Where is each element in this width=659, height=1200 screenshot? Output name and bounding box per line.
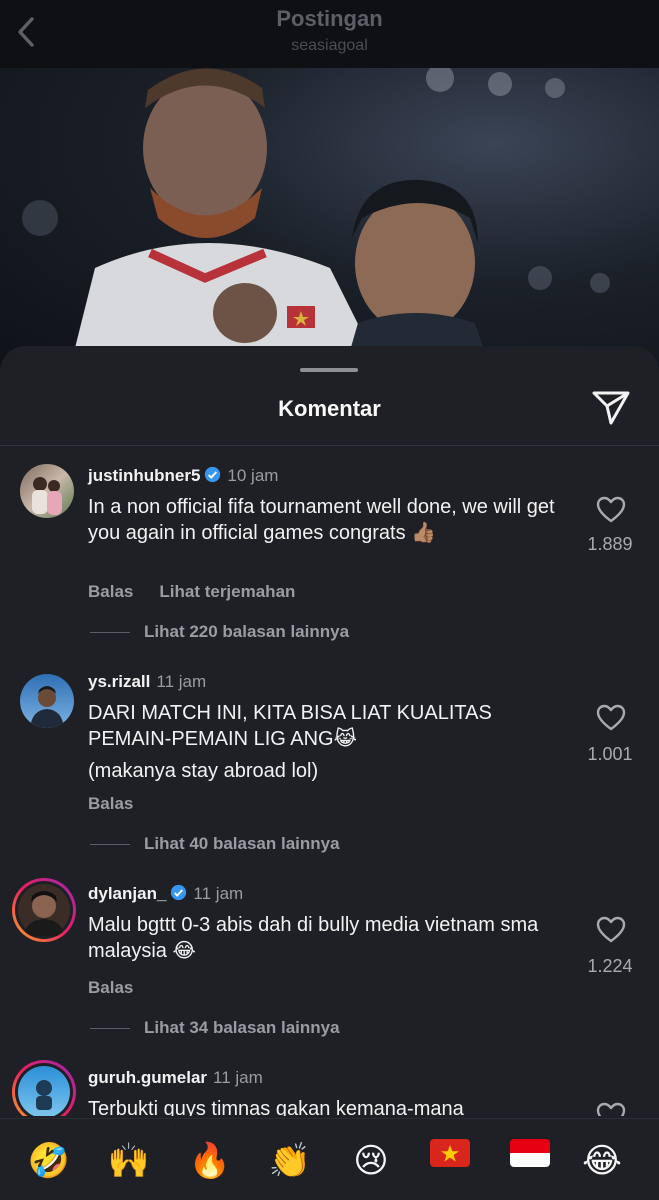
post-image xyxy=(0,68,659,368)
view-replies-button[interactable]: Lihat 40 balasan lainnya xyxy=(90,834,340,854)
comment-text: In a non official fifa tournament well d… xyxy=(88,496,555,544)
sheet-grabber[interactable] xyxy=(300,368,358,372)
replies-line xyxy=(90,632,130,634)
heart-icon[interactable] xyxy=(596,496,626,524)
username[interactable]: justinhubner5 xyxy=(88,466,200,485)
comment-actions: Balas xyxy=(88,794,133,814)
replies-line xyxy=(90,844,130,846)
reply-button[interactable]: Balas xyxy=(88,978,133,997)
avatar-story-ring[interactable] xyxy=(12,1060,76,1116)
username[interactable]: guruh.gumelar xyxy=(88,1068,207,1087)
username[interactable]: ys.rizall xyxy=(88,672,150,691)
comments-list[interactable]: justinhubner5 10 jam In a non official fi… xyxy=(0,446,659,1116)
view-replies-label: Lihat 220 balasan lainnya xyxy=(144,622,350,641)
view-replies-button[interactable]: Lihat 220 balasan lainnya xyxy=(90,622,349,642)
emoji-rofl-button[interactable]: 🤣 xyxy=(27,1139,71,1183)
comment-text: DARI MATCH INI, KITA BISA LIAT KUALITAS … xyxy=(88,702,492,750)
emoji-crying-button[interactable]: 😢 xyxy=(349,1139,393,1183)
page-subtitle: seasiagoal xyxy=(291,37,368,54)
like-count: 1.889 xyxy=(587,534,633,554)
comment-header: guruh.gumelar 11 jam xyxy=(88,1068,263,1088)
verified-badge-icon xyxy=(205,466,221,483)
timestamp: 10 jam xyxy=(227,466,279,485)
timestamp: 11 jam xyxy=(213,1068,263,1087)
avatar[interactable] xyxy=(20,464,74,518)
avatar[interactable] xyxy=(20,674,74,728)
view-replies-label: Lihat 40 balasan lainnya xyxy=(144,834,340,853)
share-icon[interactable] xyxy=(590,388,632,426)
comment-text: Terbukti guys timnas gakan kemana-mana xyxy=(88,1098,464,1116)
heart-icon[interactable] xyxy=(596,1102,626,1116)
heart-icon[interactable] xyxy=(596,916,626,944)
reply-button[interactable]: Balas xyxy=(88,794,133,813)
like-count: 1.224 xyxy=(587,956,633,976)
timestamp: 11 jam xyxy=(193,884,244,903)
comment-header: ys.rizall 11 jam xyxy=(88,672,206,692)
vietnam-flag-icon[interactable] xyxy=(430,1139,470,1167)
avatar-story-ring[interactable] xyxy=(12,878,76,942)
view-replies-label: Lihat 34 balasan lainnya xyxy=(144,1018,340,1037)
comment-actions: Balas Lihat terjemahan xyxy=(88,582,295,602)
comment-header: dylanjan_ 11 jam xyxy=(88,884,243,904)
replies-line xyxy=(90,1028,130,1030)
indonesia-flag-icon[interactable] xyxy=(510,1139,550,1167)
emoji-raised-hands-button[interactable]: 🙌 xyxy=(107,1139,151,1183)
username[interactable]: dylanjan_ xyxy=(88,884,166,903)
see-translation-button[interactable]: Lihat terjemahan xyxy=(159,582,295,601)
reply-button[interactable]: Balas xyxy=(88,582,133,601)
comment-header: justinhubner5 10 jam xyxy=(88,466,278,486)
emoji-laugh-tears-button[interactable]: 😂 xyxy=(580,1139,624,1183)
comment-text: Malu bgttt 0-3 abis dah di bully media v… xyxy=(88,914,539,962)
timestamp: 11 jam xyxy=(156,672,207,691)
comment-text-second-line: (makanya stay abroad lol) xyxy=(88,760,319,782)
like-count: 1.001 xyxy=(587,744,633,764)
emoji-clap-button[interactable]: 👏 xyxy=(268,1139,312,1183)
comment-actions: Balas xyxy=(88,978,133,998)
heart-icon[interactable] xyxy=(596,704,626,732)
avatar xyxy=(18,1066,70,1116)
view-replies-button[interactable]: Lihat 34 balasan lainnya xyxy=(90,1018,340,1038)
sheet-title: Komentar xyxy=(278,396,381,421)
verified-badge-icon xyxy=(171,884,187,901)
top-bar: Postingan seasiagoal xyxy=(0,0,659,68)
comments-sheet: Komentar justinhubner5 10 jam In a non of… xyxy=(0,346,659,1200)
page-title: Postingan xyxy=(276,6,383,31)
avatar xyxy=(18,884,70,936)
emoji-reaction-bar: 🤣 🙌 🔥 👏 😢 😂 xyxy=(0,1118,659,1200)
emoji-fire-button[interactable]: 🔥 xyxy=(188,1139,232,1183)
